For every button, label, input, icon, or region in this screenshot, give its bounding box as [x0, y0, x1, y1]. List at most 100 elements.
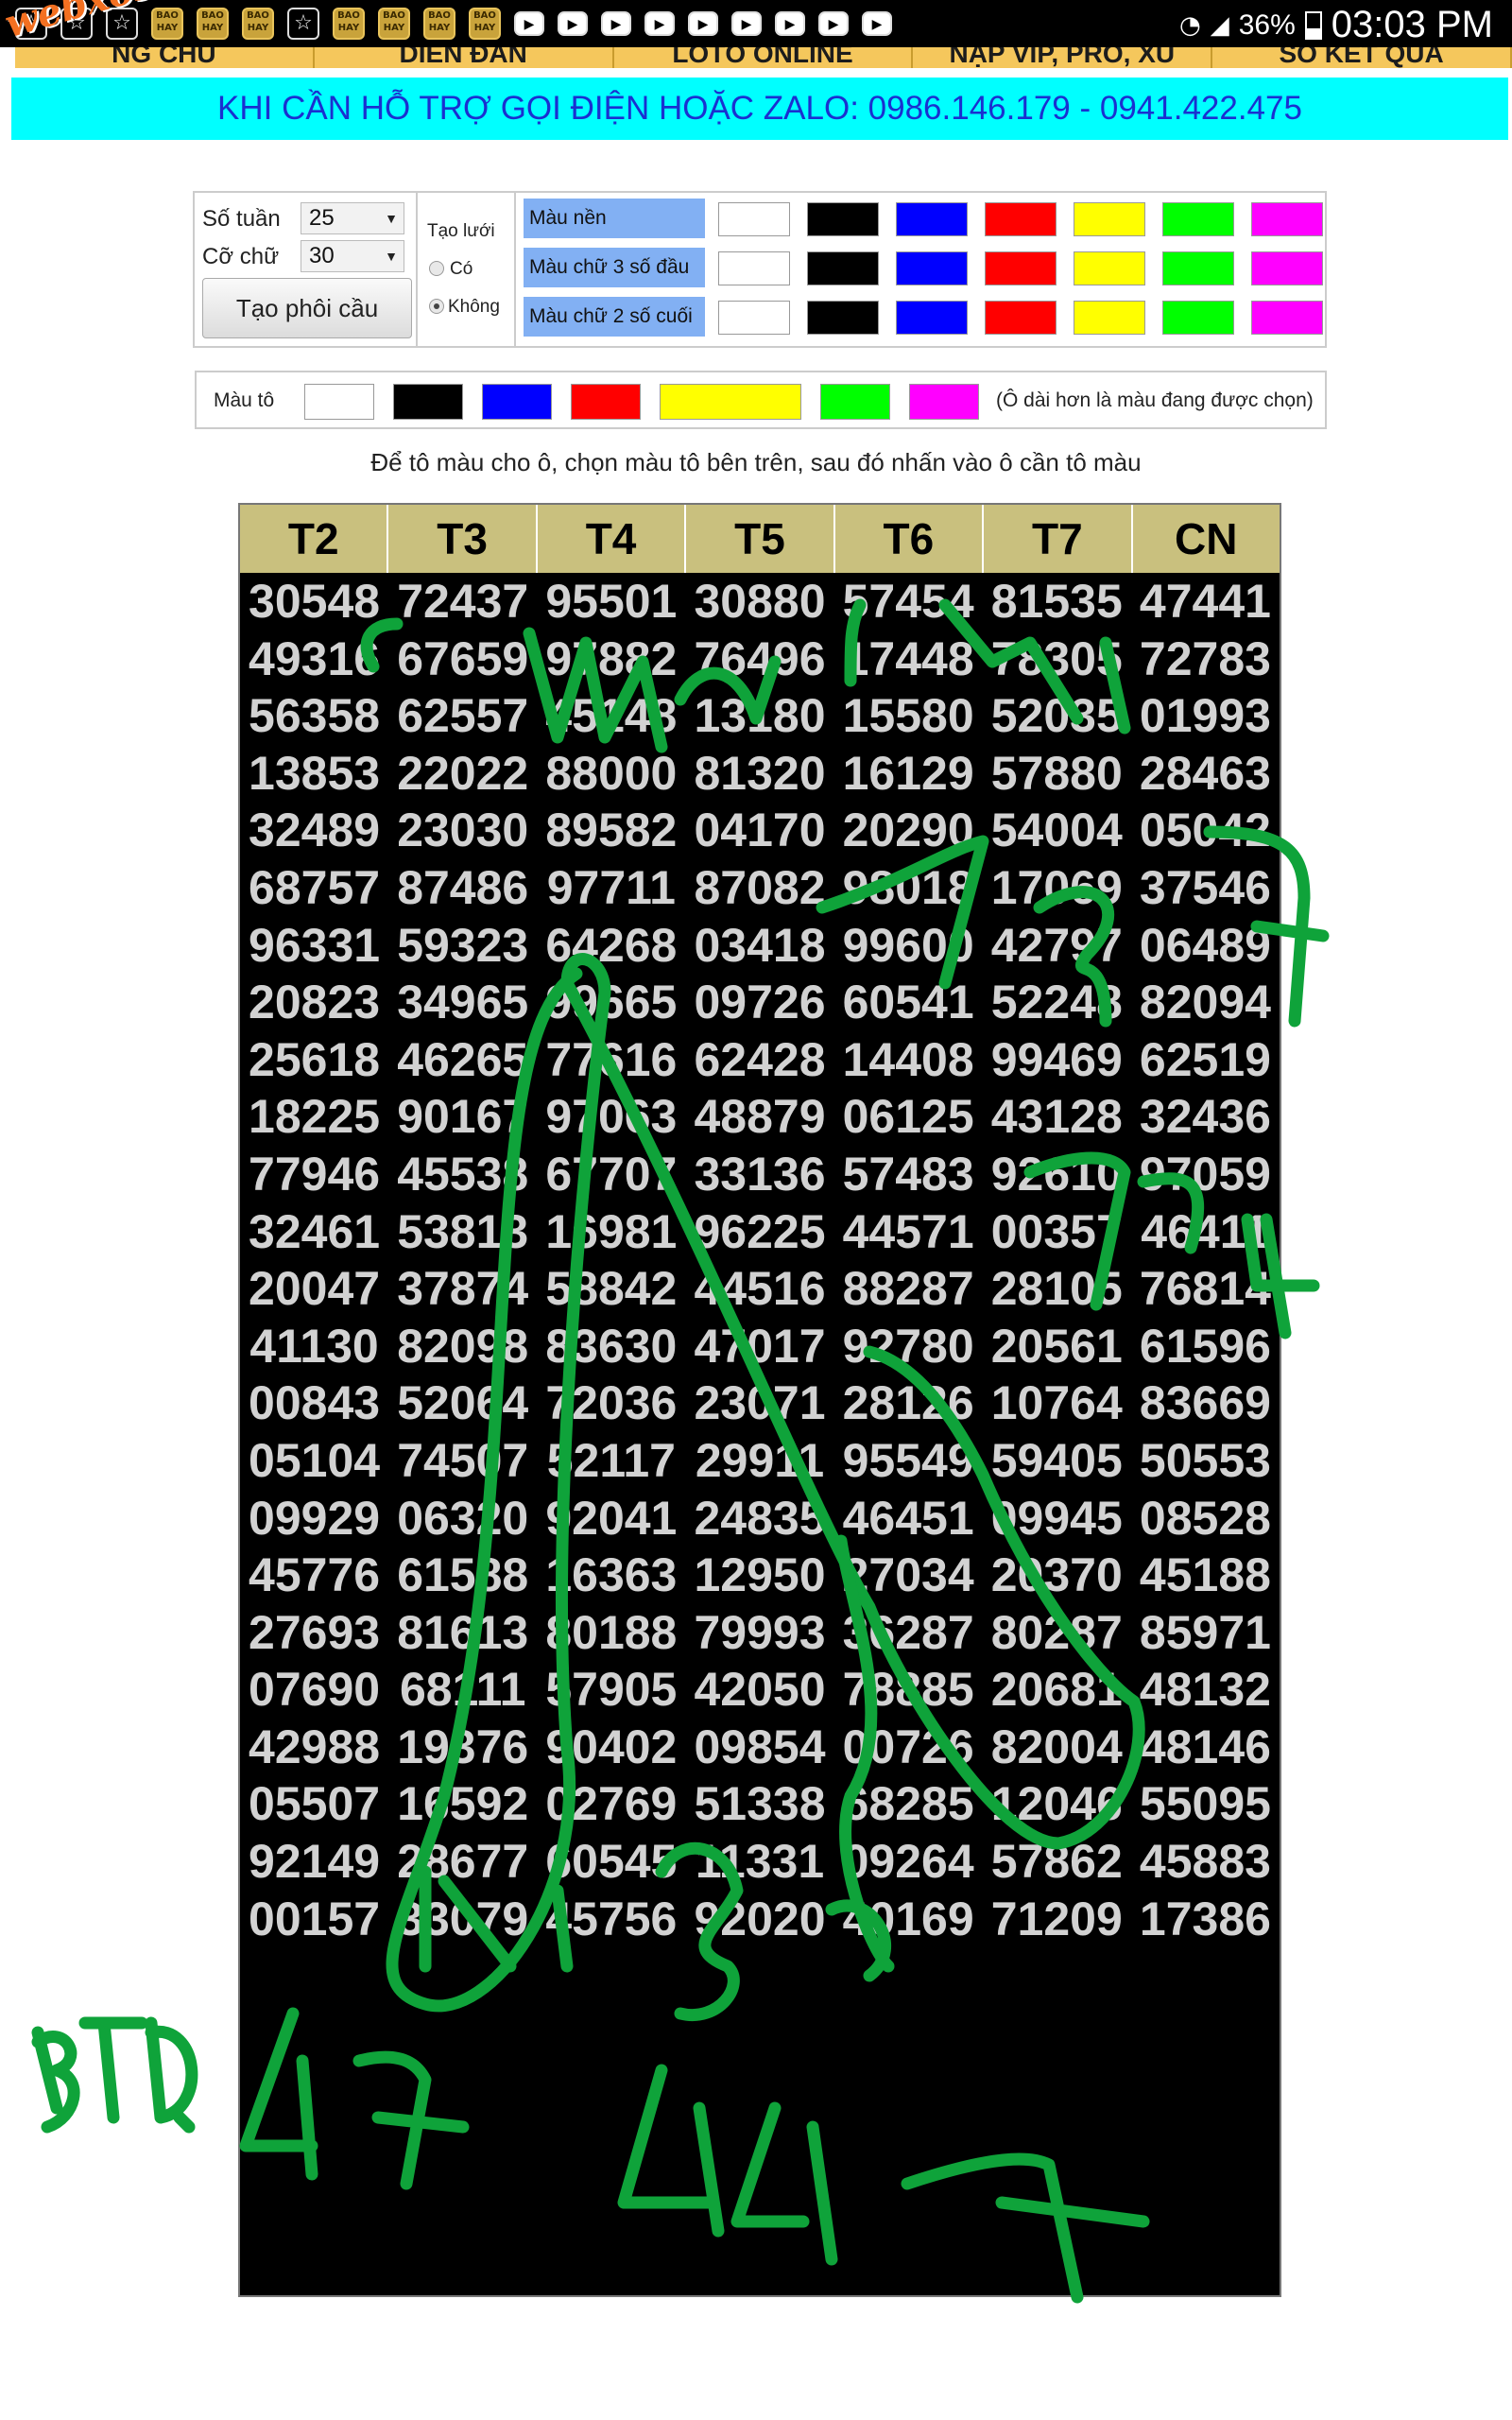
nav-item-topup[interactable]: NẠP VIP, PRO, XU — [913, 47, 1213, 68]
table-cell[interactable]: 27693 — [240, 1604, 388, 1662]
table-cell[interactable]: 46411 — [1131, 1203, 1280, 1261]
nav-item-home[interactable]: NG CHỦ — [15, 47, 315, 68]
table-cell[interactable]: 28105 — [983, 1260, 1131, 1318]
last-color-yellow[interactable] — [1074, 301, 1145, 335]
table-cell[interactable]: 58842 — [537, 1260, 685, 1318]
table-cell[interactable]: 28126 — [834, 1374, 983, 1432]
table-cell[interactable]: 52248 — [983, 974, 1131, 1031]
table-cell[interactable]: 37546 — [1131, 859, 1280, 917]
table-cell[interactable]: 20290 — [834, 802, 983, 859]
last-color-black[interactable] — [807, 301, 879, 335]
grid-no-radio[interactable] — [429, 299, 444, 314]
table-cell[interactable]: 45756 — [537, 1891, 685, 1948]
table-cell[interactable]: 40169 — [834, 1891, 983, 1948]
table-cell[interactable]: 97882 — [537, 631, 685, 688]
table-cell[interactable]: 07690 — [240, 1661, 388, 1719]
table-cell[interactable]: 98018 — [834, 859, 983, 917]
table-cell[interactable]: 52064 — [388, 1374, 537, 1432]
table-cell[interactable]: 29911 — [685, 1432, 833, 1490]
paint-color-yellow-selected[interactable] — [660, 384, 801, 420]
table-cell[interactable]: 72783 — [1131, 631, 1280, 688]
table-cell[interactable]: 12046 — [983, 1775, 1131, 1833]
paint-color-white[interactable] — [304, 384, 374, 420]
table-cell[interactable]: 59405 — [983, 1432, 1131, 1490]
table-cell[interactable]: 55095 — [1131, 1775, 1280, 1833]
table-cell[interactable]: 57483 — [834, 1146, 983, 1203]
table-cell[interactable]: 00726 — [834, 1719, 983, 1776]
paint-color-blue[interactable] — [482, 384, 552, 420]
first-color-magenta[interactable] — [1251, 251, 1323, 285]
table-cell[interactable]: 12950 — [685, 1547, 833, 1604]
table-cell[interactable]: 89582 — [537, 802, 685, 859]
table-cell[interactable]: 02769 — [537, 1775, 685, 1833]
bg-color-white[interactable] — [718, 202, 790, 236]
table-cell[interactable]: 96331 — [240, 917, 388, 975]
table-cell[interactable]: 28463 — [1131, 745, 1280, 803]
table-cell[interactable]: 16363 — [537, 1547, 685, 1604]
table-cell[interactable]: 19376 — [388, 1719, 537, 1776]
table-cell[interactable]: 24835 — [685, 1490, 833, 1547]
table-cell[interactable]: 27034 — [834, 1547, 983, 1604]
table-cell[interactable]: 42988 — [240, 1719, 388, 1776]
table-cell[interactable]: 76496 — [685, 631, 833, 688]
table-cell[interactable]: 59323 — [388, 917, 537, 975]
table-cell[interactable]: 72437 — [388, 573, 537, 631]
table-cell[interactable]: 57880 — [983, 745, 1131, 803]
table-cell[interactable]: 81320 — [685, 745, 833, 803]
table-cell[interactable]: 64268 — [537, 917, 685, 975]
table-cell[interactable]: 08528 — [1131, 1490, 1280, 1547]
table-cell[interactable]: 97063 — [537, 1088, 685, 1146]
table-cell[interactable]: 51338 — [685, 1775, 833, 1833]
table-cell[interactable]: 43128 — [983, 1088, 1131, 1146]
table-cell[interactable]: 97711 — [537, 859, 685, 917]
table-cell[interactable]: 56358 — [240, 687, 388, 745]
table-cell[interactable]: 90167 — [388, 1088, 537, 1146]
table-cell[interactable]: 90402 — [537, 1719, 685, 1776]
table-cell[interactable]: 80287 — [983, 1604, 1131, 1662]
table-cell[interactable]: 17386 — [1131, 1891, 1280, 1948]
table-cell[interactable]: 88000 — [537, 745, 685, 803]
table-cell[interactable]: 22022 — [388, 745, 537, 803]
table-cell[interactable]: 48879 — [685, 1088, 833, 1146]
table-cell[interactable]: 68757 — [240, 859, 388, 917]
table-cell[interactable]: 11331 — [685, 1833, 833, 1891]
table-cell[interactable]: 15580 — [834, 687, 983, 745]
table-cell[interactable]: 14408 — [834, 1031, 983, 1089]
table-cell[interactable]: 05104 — [240, 1432, 388, 1490]
bg-color-green[interactable] — [1162, 202, 1234, 236]
table-cell[interactable]: 48146 — [1131, 1719, 1280, 1776]
table-cell[interactable]: 99665 — [537, 974, 685, 1031]
weeks-select[interactable]: 25 ▼ — [301, 202, 404, 234]
create-template-button[interactable]: Tạo phôi cầu — [202, 278, 412, 338]
table-cell[interactable]: 32489 — [240, 802, 388, 859]
nav-item-results-book[interactable]: SỔ KẾT QUẢ — [1212, 47, 1512, 68]
table-cell[interactable]: 09929 — [240, 1490, 388, 1547]
table-cell[interactable]: 23030 — [388, 802, 537, 859]
table-cell[interactable]: 79993 — [685, 1604, 833, 1662]
table-cell[interactable]: 04170 — [685, 802, 833, 859]
table-cell[interactable]: 95501 — [537, 573, 685, 631]
table-cell[interactable]: 44516 — [685, 1260, 833, 1318]
table-cell[interactable]: 80188 — [537, 1604, 685, 1662]
table-cell[interactable]: 32461 — [240, 1203, 388, 1261]
table-cell[interactable]: 97059 — [1131, 1146, 1280, 1203]
bg-color-yellow[interactable] — [1074, 202, 1145, 236]
paint-color-black[interactable] — [393, 384, 463, 420]
table-cell[interactable]: 09854 — [685, 1719, 833, 1776]
table-cell[interactable]: 81535 — [983, 573, 1131, 631]
table-cell[interactable]: 33136 — [685, 1146, 833, 1203]
table-cell[interactable]: 85971 — [1131, 1604, 1280, 1662]
table-cell[interactable]: 47441 — [1131, 573, 1280, 631]
table-cell[interactable]: 00843 — [240, 1374, 388, 1432]
table-cell[interactable]: 45148 — [537, 687, 685, 745]
nav-item-forum[interactable]: DIỄN ĐÀN — [315, 47, 614, 68]
table-cell[interactable]: 92041 — [537, 1490, 685, 1547]
table-cell[interactable]: 44571 — [834, 1203, 983, 1261]
table-cell[interactable]: 52035 — [983, 687, 1131, 745]
table-cell[interactable]: 03418 — [685, 917, 833, 975]
first-color-red[interactable] — [985, 251, 1057, 285]
table-cell[interactable]: 57905 — [537, 1661, 685, 1719]
paint-color-magenta[interactable] — [909, 384, 979, 420]
table-cell[interactable]: 68111 — [388, 1661, 537, 1719]
table-cell[interactable]: 32436 — [1131, 1088, 1280, 1146]
